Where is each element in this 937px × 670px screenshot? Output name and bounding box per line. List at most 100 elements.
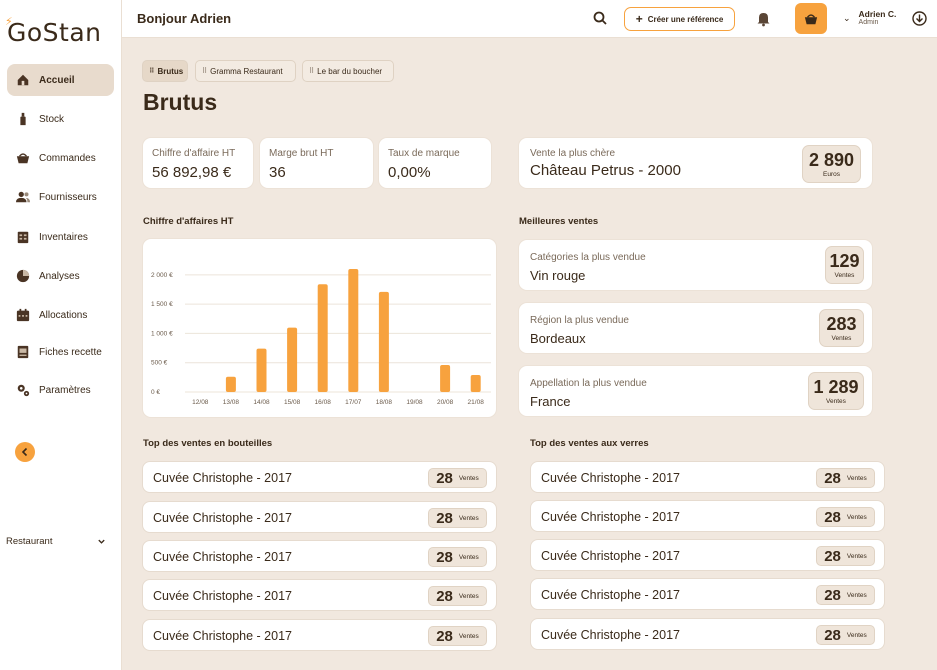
amount-unit: Euros (823, 170, 840, 178)
top-glass-row[interactable]: Cuvée Christophe - 2017 28 Ventes (530, 461, 885, 493)
sales-unit: Ventes (846, 474, 867, 482)
sales-badge: 28 Ventes (816, 585, 875, 605)
sales-unit: Ventes (846, 513, 867, 521)
x-tick-label: 20/08 (437, 399, 454, 406)
cart-button[interactable] (795, 3, 827, 34)
top-glass-row[interactable]: Cuvée Christophe - 2017 28 Ventes (530, 618, 885, 650)
collapse-sidebar-button[interactable] (15, 442, 35, 462)
search-button[interactable] (592, 10, 609, 27)
sidebar-item-fournisseurs[interactable]: Fournisseurs (7, 181, 114, 213)
chevron-down-icon: ⌄ (843, 12, 851, 23)
y-tick-label: 1 000 € (151, 330, 173, 337)
sales-badge: 28 Ventes (428, 468, 487, 488)
sales-unit: Ventes (846, 591, 867, 599)
basket-icon (804, 13, 818, 24)
x-tick-label: 21/08 (468, 399, 485, 406)
bar[interactable] (470, 375, 481, 392)
sales-unit: Ventes (846, 631, 867, 639)
sidebar: ⚡ GoStan Accueil Stock Commandes Fournis… (0, 0, 122, 670)
wine-name: Cuvée Christophe - 2017 (541, 588, 680, 602)
top-bottle-row[interactable]: Cuvée Christophe - 2017 28 Ventes (142, 619, 497, 651)
count-value: 129 (829, 250, 860, 271)
top-bottle-row[interactable]: Cuvée Christophe - 2017 28 Ventes (142, 579, 497, 611)
x-tick-label: 13/08 (223, 399, 240, 406)
bar[interactable] (287, 327, 298, 392)
bar[interactable] (378, 291, 389, 392)
sales-count: 28 (436, 587, 453, 605)
bar[interactable] (348, 269, 359, 392)
user-menu[interactable]: ⌄ Adrien C. Admin (843, 9, 896, 27)
best-sale-value: France (530, 394, 571, 409)
bar[interactable] (225, 376, 236, 392)
most-expensive-card: Vente la plus chère Château Petrus - 200… (518, 137, 873, 189)
sales-badge: 28 Ventes (816, 625, 875, 645)
download-button[interactable] (911, 10, 928, 27)
count-badge: 283 Ventes (819, 309, 864, 347)
wine-name: Cuvée Christophe - 2017 (153, 550, 292, 564)
sales-badge: 28 Ventes (816, 468, 875, 488)
y-tick-label: 500 € (151, 360, 168, 367)
restaurant-select[interactable]: Restaurant (6, 536, 106, 547)
sidebar-item-stock[interactable]: Stock (7, 103, 114, 135)
sales-count: 28 (824, 469, 841, 487)
bar[interactable] (256, 348, 267, 392)
notifications-button[interactable] (755, 10, 772, 27)
top-bottle-row[interactable]: Cuvée Christophe - 2017 28 Ventes (142, 501, 497, 533)
revenue-chart: 0 € 500 € 1 000 € 1 500 € 2 000 € 12/08 13/08 1… (151, 269, 491, 406)
sidebar-item-accueil[interactable]: Accueil (7, 64, 114, 96)
wine-name: Cuvée Christophe - 2017 (153, 629, 292, 643)
sales-count: 28 (436, 627, 453, 645)
amount-value: 2 890 (808, 149, 855, 170)
count-badge: 129 Ventes (825, 246, 864, 284)
bar[interactable] (317, 284, 328, 392)
tab-brutus[interactable]: ⠿ Brutus (142, 60, 188, 82)
greeting: Bonjour Adrien (137, 11, 232, 26)
recipe-icon (16, 345, 30, 359)
sales-badge: 28 Ventes (428, 626, 487, 646)
logo[interactable]: ⚡ GoStan (5, 15, 102, 47)
kpi-card-marge-brut: Marge brut HT 36 (259, 137, 374, 189)
x-tick-label: 15/08 (284, 399, 301, 406)
sidebar-item-parametres[interactable]: Paramètres (7, 374, 114, 406)
tab-le-bar-du-boucher[interactable]: ⠿ Le bar du boucher (302, 60, 394, 82)
top-glass-row[interactable]: Cuvée Christophe - 2017 28 Ventes (530, 578, 885, 610)
sidebar-item-analyses[interactable]: Analyses (7, 260, 114, 292)
top-glass-row[interactable]: Cuvée Christophe - 2017 28 Ventes (530, 539, 885, 571)
best-sale-card-appellation: Appellation la plus vendue France 1 289 … (518, 365, 873, 417)
wine-name: Cuvée Christophe - 2017 (153, 511, 292, 525)
best-sales-title: Meilleures ventes (519, 216, 599, 227)
kpi-card-taux-de-marque: Taux de marque 0,00% (378, 137, 492, 189)
kpi-label: Taux de marque (388, 148, 460, 159)
top-bottle-row[interactable]: Cuvée Christophe - 2017 28 Ventes (142, 540, 497, 572)
top-bottle-row[interactable]: Cuvée Christophe - 2017 28 Ventes (142, 461, 497, 493)
clipboard-icon (16, 230, 30, 244)
calendar-icon (16, 308, 30, 322)
best-sale-card-category: Catégories la plus vendue Vin rouge 129 … (518, 239, 873, 291)
bar[interactable] (440, 365, 451, 392)
wine-name: Cuvée Christophe - 2017 (153, 471, 292, 485)
top-glass-row[interactable]: Cuvée Christophe - 2017 28 Ventes (530, 500, 885, 532)
tab-gramma-restaurant[interactable]: ⠿ Gramma Restaurant (195, 60, 296, 82)
kpi-value: 56 892,98 € (152, 164, 232, 181)
chart-section-title: Chiffre d'affaires HT (143, 216, 234, 227)
chevron-left-icon (21, 447, 28, 457)
sidebar-item-fiches-recette[interactable]: Fiches recette (7, 336, 114, 368)
plus-icon: + (635, 12, 643, 26)
best-sale-label: Catégories la plus vendue (530, 252, 646, 263)
count-unit: Ventes (831, 334, 852, 342)
wine-name: Cuvée Christophe - 2017 (541, 549, 680, 563)
count-unit: Ventes (834, 271, 855, 279)
sales-unit: Ventes (458, 474, 479, 482)
user-name: Adrien C. (858, 9, 897, 19)
best-sale-value: Bordeaux (530, 331, 586, 346)
create-reference-button[interactable]: + Créer une référence (624, 7, 735, 31)
best-sale-card-region: Région la plus vendue Bordeaux 283 Vente… (518, 302, 873, 354)
sidebar-item-commandes[interactable]: Commandes (7, 142, 114, 174)
pie-icon (16, 269, 30, 283)
sidebar-item-inventaires[interactable]: Inventaires (7, 221, 114, 253)
drag-handle-icon: ⠿ (309, 68, 315, 75)
most-expensive-value: Château Petrus - 2000 (530, 162, 681, 179)
spark-icon: ⚡ (5, 15, 14, 28)
sidebar-item-allocations[interactable]: Allocations (7, 299, 114, 331)
sales-count: 28 (436, 509, 453, 527)
